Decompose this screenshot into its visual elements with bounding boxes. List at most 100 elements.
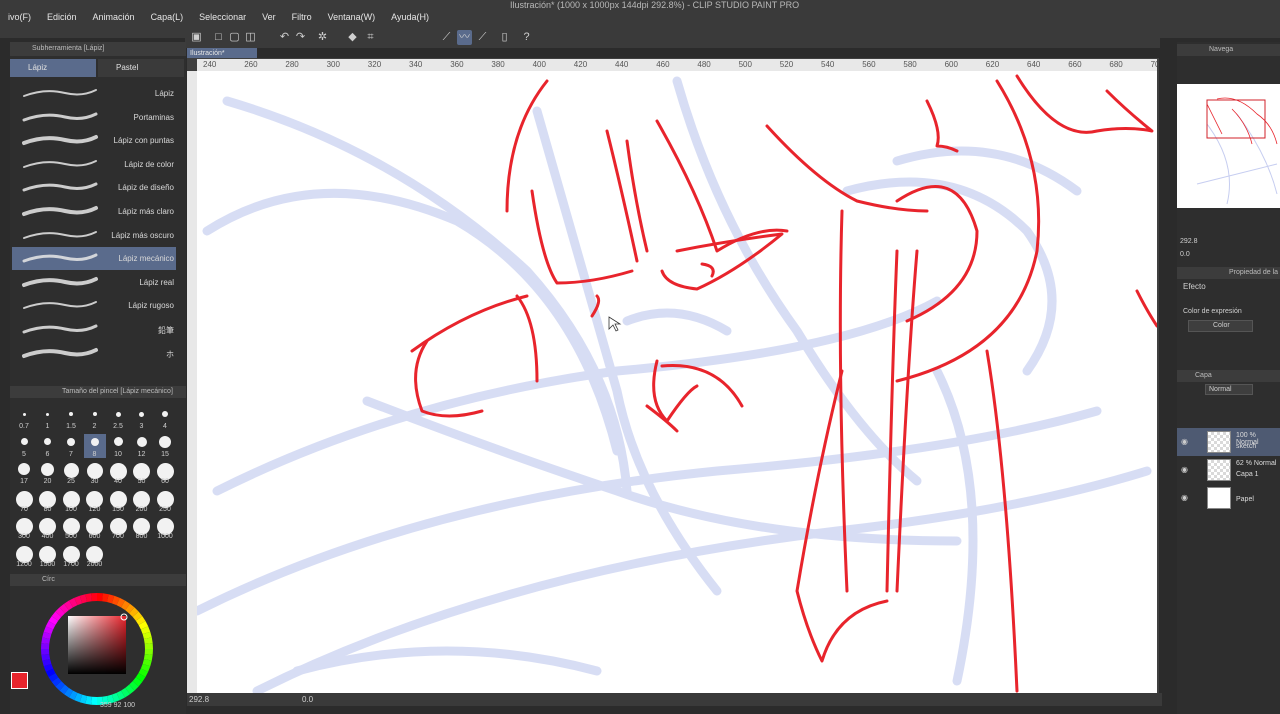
blend-mode-select[interactable]: Normal: [1205, 384, 1253, 395]
brush-item[interactable]: Portaminas: [12, 106, 176, 129]
brush-size-option[interactable]: 250: [154, 489, 176, 513]
nav-rotation[interactable]: 0.0: [1180, 251, 1190, 258]
brush-size-option[interactable]: 1500: [37, 544, 59, 568]
nav-zoom[interactable]: 292.8: [1180, 238, 1198, 245]
main-color-swatch[interactable]: [11, 672, 28, 689]
brush-size-option[interactable]: 20: [37, 461, 59, 485]
brush-item[interactable]: Lápiz rugoso: [12, 294, 176, 317]
navigator-thumbnail: [1196, 97, 1278, 205]
color-panel-tab[interactable]: Círc: [42, 576, 55, 583]
brush-size-option[interactable]: 1000: [154, 516, 176, 540]
layer-row[interactable]: ◉ 100 % Normal sketch: [1177, 428, 1280, 456]
eye-icon[interactable]: ◉: [1181, 437, 1188, 446]
brush-size-option[interactable]: 50: [131, 461, 153, 485]
brush-item[interactable]: Lápiz de diseño: [12, 176, 176, 199]
brush-stroke-preview: [23, 301, 97, 310]
brush-item[interactable]: Lápiz más claro: [12, 200, 176, 223]
canvas-icon[interactable]: ▣: [189, 30, 204, 45]
brush-size-option[interactable]: 5: [13, 434, 35, 458]
tab-pastel[interactable]: Pastel: [98, 59, 184, 77]
menu-item-0[interactable]: ivo(F): [0, 12, 39, 22]
brush-size-option[interactable]: 150: [107, 489, 129, 513]
brush-size-option[interactable]: 1.5: [60, 406, 82, 430]
brush-size-option[interactable]: 200: [131, 489, 153, 513]
brush-size-option[interactable]: 7: [60, 434, 82, 458]
tab-lapiz[interactable]: Lápiz: [10, 59, 96, 77]
brush-size-option[interactable]: 8: [83, 433, 106, 458]
brush-item[interactable]: Lápiz mecánico: [12, 247, 176, 271]
brush-size-option[interactable]: 17: [13, 461, 35, 485]
brush-size-option[interactable]: 1700: [60, 544, 82, 568]
menu-item-7[interactable]: Ventana(W): [320, 12, 384, 22]
brush-size-option[interactable]: 1200: [13, 544, 35, 568]
brush-size-label: 25: [67, 478, 75, 485]
navigator-preview[interactable]: [1177, 84, 1280, 208]
stabilizer-icon[interactable]: 〰: [457, 30, 472, 45]
loading-icon[interactable]: ✲: [315, 30, 330, 45]
brush-item[interactable]: 鉛筆: [12, 318, 176, 341]
brush-size-option[interactable]: 15: [154, 434, 176, 458]
new-icon[interactable]: □: [211, 30, 226, 45]
expression-color-select[interactable]: Color: [1188, 320, 1253, 332]
brush-item[interactable]: Lápiz: [12, 82, 176, 105]
brush-size-option[interactable]: 2000: [84, 544, 106, 568]
brush-size-option[interactable]: 100: [60, 489, 82, 513]
menu-item-8[interactable]: Ayuda(H): [383, 12, 437, 22]
brush-item[interactable]: Lápiz de color: [12, 153, 176, 176]
brush-size-option[interactable]: 2: [84, 406, 106, 430]
brush-item[interactable]: Lápiz con puntas: [12, 129, 176, 152]
zoom-readout[interactable]: 292.8: [189, 695, 209, 704]
ruler-tick-label: 240: [203, 60, 217, 69]
fill-icon[interactable]: ◆: [345, 30, 360, 45]
navigator-header: Navega: [1177, 44, 1280, 56]
brush-size-option[interactable]: 80: [37, 489, 59, 513]
brush-size-option[interactable]: 1: [37, 406, 59, 430]
brush-size-option[interactable]: 300: [13, 516, 35, 540]
brush-size-dot: [41, 463, 54, 476]
layer-row[interactable]: ◉ Papel: [1177, 484, 1280, 512]
ruler-icon[interactable]: ⟋: [439, 30, 454, 45]
brush-size-option[interactable]: 600: [84, 516, 106, 540]
layer-row[interactable]: ◉ 62 % Normal Capa 1: [1177, 456, 1280, 484]
ruler-tick-label: 260: [244, 60, 258, 69]
eye-icon[interactable]: ◉: [1181, 465, 1188, 474]
brush-size-option[interactable]: 2.5: [107, 406, 129, 430]
open-icon[interactable]: ▢: [227, 30, 242, 45]
undo-icon[interactable]: ↶: [277, 30, 292, 45]
brush-size-option[interactable]: 700: [107, 516, 129, 540]
device-icon[interactable]: ▯: [497, 30, 512, 45]
brush-item[interactable]: Lápiz más oscuro: [12, 224, 176, 247]
brush-size-option[interactable]: 25: [60, 461, 82, 485]
transform-icon[interactable]: ⌗: [363, 30, 378, 45]
menu-item-3[interactable]: Capa(L): [143, 12, 192, 22]
redo-icon[interactable]: ↷: [293, 30, 308, 45]
menu-item-4[interactable]: Seleccionar: [191, 12, 254, 22]
brush-size-option[interactable]: 120: [84, 489, 106, 513]
brush-size-option[interactable]: 400: [37, 516, 59, 540]
save-icon[interactable]: ◫: [243, 30, 258, 45]
brush-size-option[interactable]: 800: [131, 516, 153, 540]
brush-size-option[interactable]: 70: [13, 489, 35, 513]
snap-icon[interactable]: ⟋: [475, 30, 490, 45]
brush-size-option[interactable]: 30: [84, 461, 106, 485]
drawing-canvas[interactable]: [197, 71, 1157, 693]
eye-icon[interactable]: ◉: [1181, 493, 1188, 502]
brush-size-option[interactable]: 6: [37, 434, 59, 458]
menu-item-5[interactable]: Ver: [254, 12, 284, 22]
angle-readout[interactable]: 0.0: [302, 695, 313, 704]
brush-item[interactable]: Lápiz real: [12, 271, 176, 294]
brush-size-option[interactable]: 60: [154, 461, 176, 485]
brush-item[interactable]: ホ: [12, 342, 176, 365]
brush-size-option[interactable]: 12: [131, 434, 153, 458]
brush-size-option[interactable]: 0.7: [13, 406, 35, 430]
brush-size-option[interactable]: 500: [60, 516, 82, 540]
color-wheel[interactable]: [38, 590, 156, 708]
help-icon[interactable]: ?: [519, 30, 534, 45]
brush-size-option[interactable]: 40: [107, 461, 129, 485]
brush-size-option[interactable]: 3: [131, 406, 153, 430]
brush-size-option[interactable]: 10: [107, 434, 129, 458]
menu-item-1[interactable]: Edición: [39, 12, 85, 22]
menu-item-6[interactable]: Filtro: [284, 12, 320, 22]
brush-size-option[interactable]: 4: [154, 406, 176, 430]
menu-item-2[interactable]: Animación: [85, 12, 143, 22]
